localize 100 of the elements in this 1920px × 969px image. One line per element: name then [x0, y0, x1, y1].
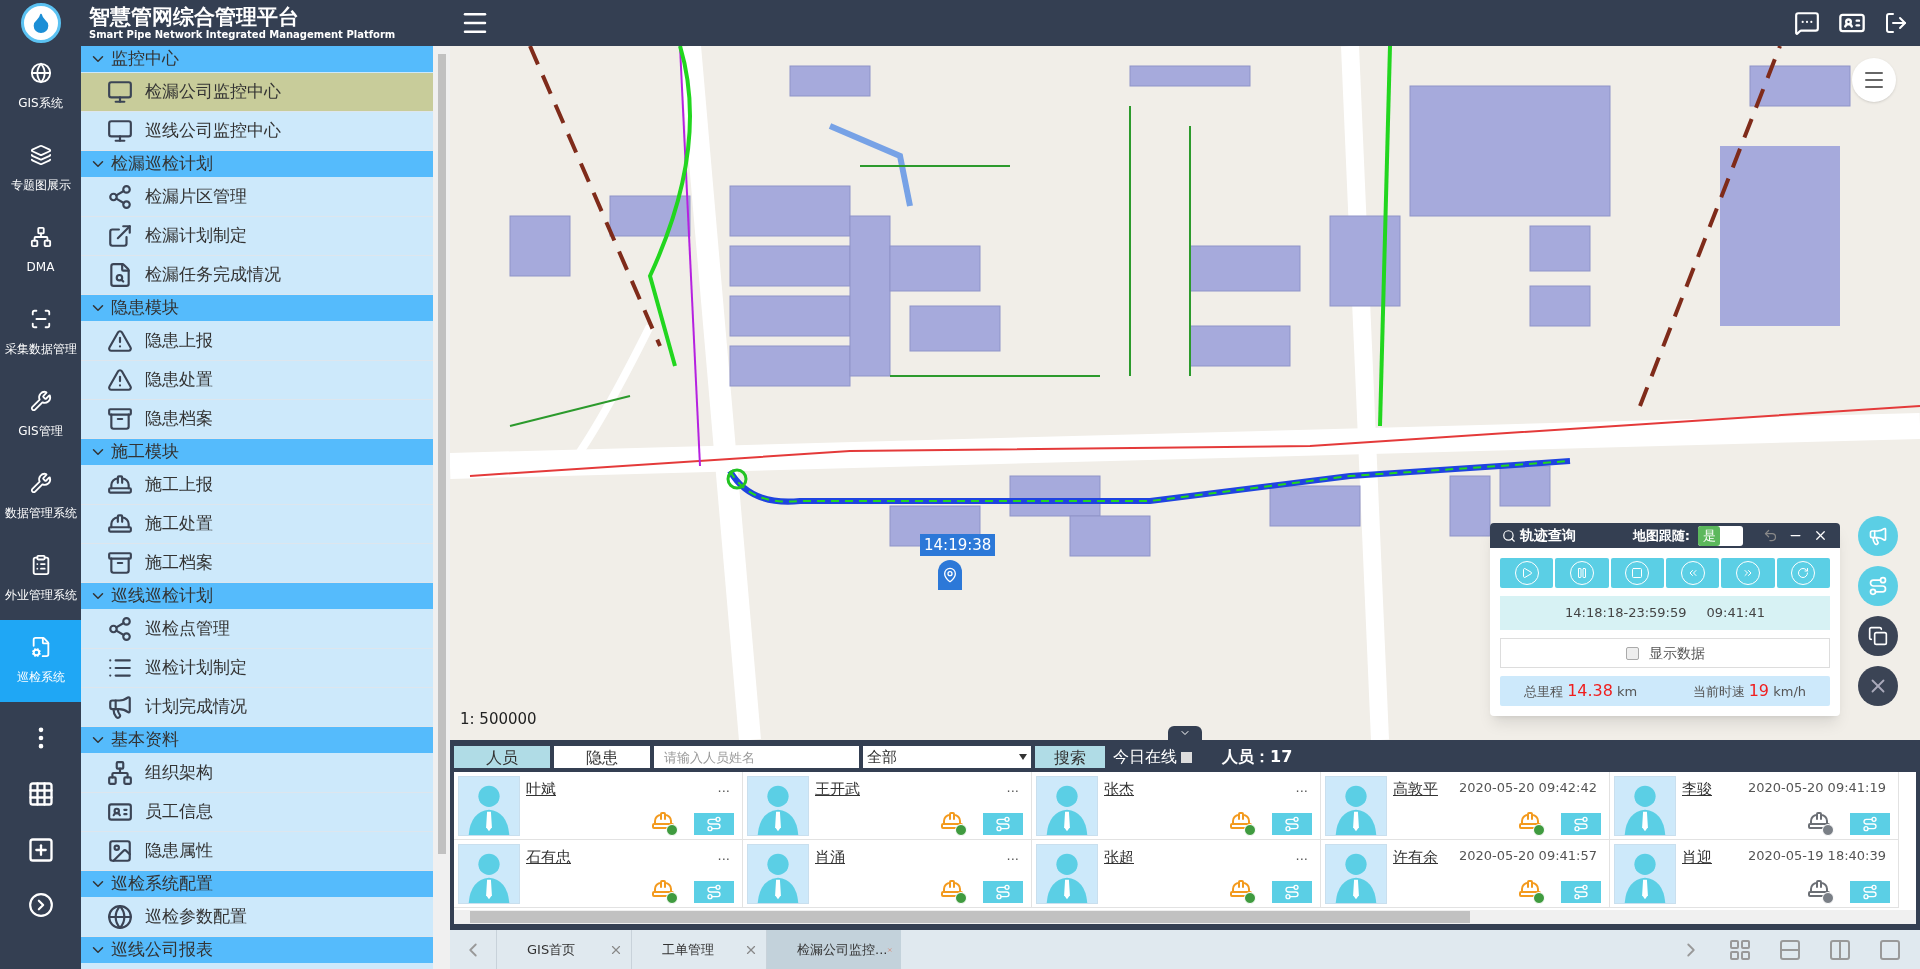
panel-tab[interactable]: 人员: [454, 746, 550, 768]
menu-group-header[interactable]: 检漏巡检计划: [81, 151, 433, 178]
route-icon: [1862, 816, 1878, 832]
route-icon: [1868, 576, 1888, 596]
last-seen-time: 2020-05-20 09:41:57: [1458, 847, 1597, 865]
person-name-link[interactable]: 石有忠: [526, 846, 571, 869]
stop-button[interactable]: [1610, 558, 1664, 588]
monitor-icon: [107, 79, 133, 105]
page-tab[interactable]: GIS首页: [496, 930, 631, 969]
warning-icon: [107, 367, 133, 393]
show-data-checkbox[interactable]: [1625, 646, 1639, 660]
avatar-icon: [1614, 776, 1676, 836]
sidebar-scrollbar[interactable]: [433, 46, 450, 969]
track-route-button[interactable]: [983, 813, 1023, 835]
menu-group-header[interactable]: 巡检系统配置: [81, 871, 433, 898]
track-route-button[interactable]: [1561, 813, 1601, 835]
menu-group-header[interactable]: 巡线巡检计划: [81, 583, 433, 610]
menu-group-header[interactable]: 巡线公司报表: [81, 937, 433, 964]
single-layout-icon[interactable]: [1878, 937, 1902, 962]
map-drawing[interactable]: [450, 46, 1920, 740]
add-window-icon[interactable]: [26, 836, 55, 864]
person-name-link[interactable]: 张超: [1104, 846, 1134, 869]
track-route-button[interactable]: [983, 881, 1023, 903]
play-button[interactable]: [1500, 558, 1554, 588]
search-button[interactable]: 搜索: [1035, 746, 1105, 768]
collapse-tab[interactable]: [1168, 726, 1202, 740]
page-tab[interactable]: 检漏公司监控...: [766, 930, 901, 969]
track-route-button[interactable]: [694, 813, 734, 835]
rail-item[interactable]: 外业管理系统: [0, 538, 81, 620]
horizontal-scrollbar[interactable]: [454, 910, 1916, 924]
messages-icon[interactable]: [1794, 10, 1820, 36]
rail-item[interactable]: DMA: [0, 210, 81, 292]
layers-icon: [1868, 626, 1888, 646]
track-route-button[interactable]: [1850, 813, 1890, 835]
avatar-icon: [1325, 844, 1387, 904]
rail-item[interactable]: GIS系统: [0, 46, 81, 128]
wrench-icon: [29, 472, 52, 494]
panel-tab[interactable]: 隐患: [554, 746, 650, 768]
time-tooltip: 14:19:38: [920, 534, 996, 556]
archive-icon: [107, 550, 133, 576]
menu-group-header[interactable]: 隐患模块: [81, 295, 433, 322]
person-name-link[interactable]: 李骏: [1682, 778, 1712, 801]
person-card[interactable]: 石有忠 ...: [454, 840, 743, 908]
rows-layout-icon[interactable]: [1778, 937, 1802, 962]
avatar-icon: [747, 844, 809, 904]
person-card[interactable]: 肖迎 2020-05-19 18:40:39: [1610, 840, 1899, 908]
track-route-button[interactable]: [1272, 813, 1312, 835]
person-name-link[interactable]: 许有余: [1393, 846, 1438, 869]
columns-layout-icon[interactable]: [1828, 937, 1852, 962]
rewind-button[interactable]: [1666, 558, 1720, 588]
pause-button[interactable]: [1555, 558, 1609, 588]
image-icon: [107, 838, 133, 864]
menu-item[interactable]: 检漏公司监控中心: [81, 73, 433, 112]
person-card[interactable]: 李骏 2020-05-20 09:41:19: [1610, 772, 1899, 840]
status-filter-select[interactable]: 全部: [863, 746, 1031, 768]
person-name-link[interactable]: 肖涌: [815, 846, 845, 869]
track-route-button[interactable]: [1272, 881, 1312, 903]
wrench-icon: [29, 390, 52, 412]
track-route-button[interactable]: [1850, 881, 1890, 903]
person-name-link[interactable]: 肖迎: [1682, 846, 1712, 869]
rail-item[interactable]: 采集数据管理: [0, 292, 81, 374]
replay-icon: [1797, 567, 1810, 579]
person-name-link[interactable]: 叶斌: [526, 778, 556, 801]
track-route-button[interactable]: [1561, 881, 1601, 903]
rail-item[interactable]: 专题图展示: [0, 128, 81, 210]
map-scale-text: 1: 500000: [460, 708, 537, 730]
online-today-checkbox[interactable]: [1181, 751, 1192, 763]
replay-button[interactable]: [1776, 558, 1830, 588]
archive-icon: [107, 406, 133, 432]
track-route-button[interactable]: [694, 881, 734, 903]
globe-icon: [29, 62, 52, 84]
logout-icon[interactable]: [1884, 11, 1908, 35]
apps-grid-icon[interactable]: [26, 780, 55, 808]
fast-forward-button[interactable]: [1721, 558, 1775, 588]
last-seen-time: ...: [717, 847, 730, 865]
expand-icon[interactable]: [27, 892, 54, 918]
person-card[interactable]: 高敦平 2020-05-20 09:42:42: [1321, 772, 1610, 840]
person-card[interactable]: 张超 ...: [1032, 840, 1321, 908]
undo-icon[interactable]: [1763, 528, 1778, 543]
menu-group-header[interactable]: 施工模块: [81, 439, 433, 466]
rail-item[interactable]: 数据管理系统: [0, 456, 81, 538]
person-card[interactable]: 许有余 2020-05-20 09:41:57: [1321, 840, 1610, 908]
person-card[interactable]: 叶斌 ...: [454, 772, 743, 840]
menu-group-header[interactable]: 基本资料: [81, 727, 433, 754]
person-card[interactable]: 肖涌 ...: [743, 840, 1032, 908]
person-name-link[interactable]: 王开武: [815, 778, 860, 801]
rail-item[interactable]: GIS管理: [0, 374, 81, 456]
last-seen-time: ...: [1006, 847, 1019, 865]
grid-layout-icon[interactable]: [1728, 937, 1752, 962]
person-card[interactable]: 张杰 ...: [1032, 772, 1321, 840]
close-icon[interactable]: [1813, 528, 1828, 543]
name-search-field[interactable]: 请输入人员姓名: [654, 746, 859, 768]
person-name-link[interactable]: 张杰: [1104, 778, 1134, 801]
share-icon: [107, 616, 133, 642]
route-icon: [706, 816, 722, 832]
file-gear-icon: [29, 636, 52, 658]
person-card[interactable]: 王开武 ...: [743, 772, 1032, 840]
person-name-link[interactable]: 高敦平: [1393, 778, 1438, 801]
menu-group-header[interactable]: 监控中心: [81, 46, 433, 73]
avatar-icon: [458, 776, 520, 836]
